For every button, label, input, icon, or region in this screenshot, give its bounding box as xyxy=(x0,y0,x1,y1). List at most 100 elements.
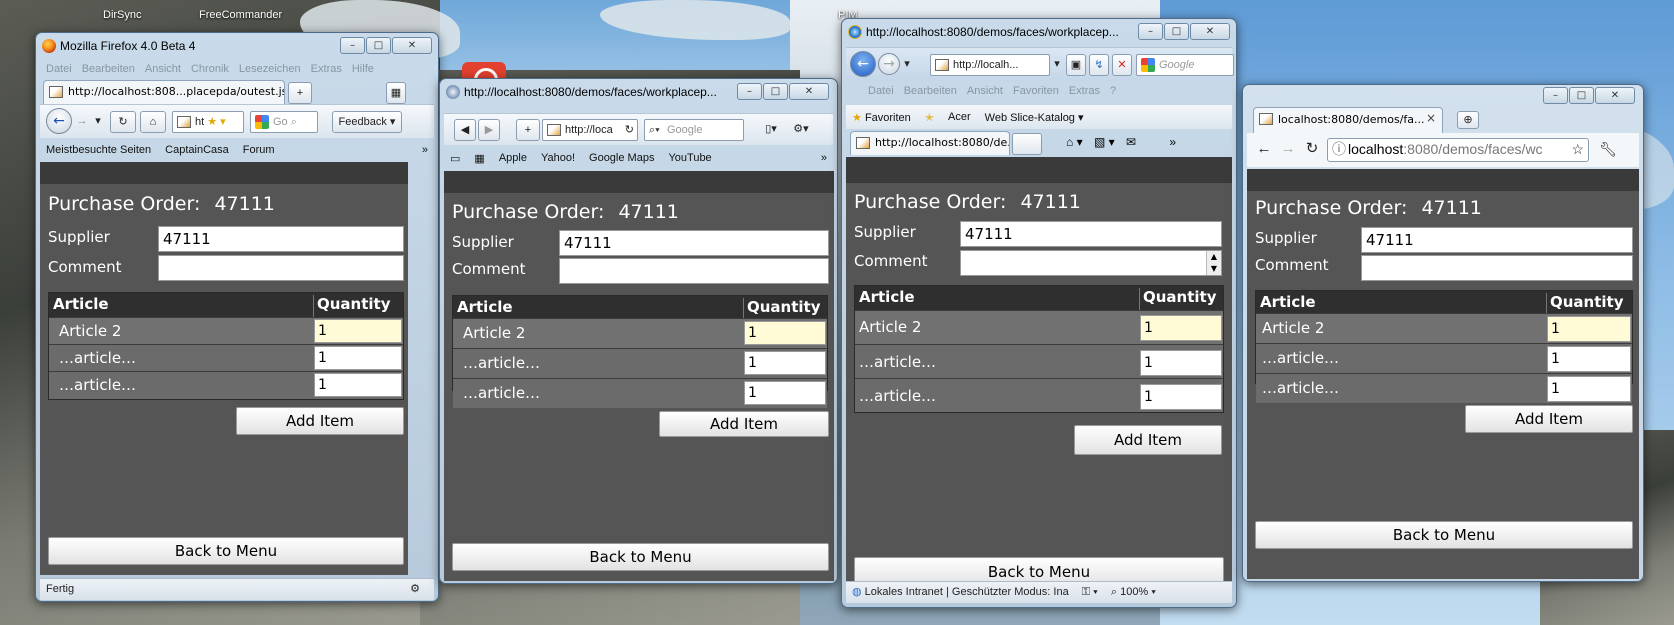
address-dropdown-icon[interactable]: ▾ xyxy=(1050,54,1064,76)
table-row[interactable]: …article… 1 xyxy=(1256,373,1632,403)
ie-titlebar[interactable]: http://localhost:8080/demos/faces/workpl… xyxy=(842,19,1236,45)
quantity-input[interactable]: 1 xyxy=(1547,346,1631,372)
bookmarks-more-icon[interactable]: » xyxy=(821,152,833,164)
new-tab-button[interactable]: + xyxy=(288,82,312,104)
favorite-item[interactable]: Web Slice-Katalog ▾ xyxy=(985,111,1084,124)
menu-lesezeichen[interactable]: Lesezeichen xyxy=(239,63,301,75)
column-header-article[interactable]: Article xyxy=(457,298,513,316)
bookmark-item[interactable]: Yahoo! xyxy=(541,152,575,164)
comment-input[interactable] xyxy=(960,250,1222,276)
quantity-input[interactable]: 1 xyxy=(1547,376,1631,402)
wrench-menu-icon[interactable]: 🔧︎ xyxy=(1597,139,1619,161)
speed-dial-icon[interactable]: ▦ xyxy=(474,152,484,165)
minimize-icon[interactable]: – xyxy=(1138,23,1163,40)
search-box[interactable]: Google xyxy=(1136,54,1234,76)
maximize-icon[interactable]: □ xyxy=(763,83,788,100)
menu-hilfe[interactable]: Hilfe xyxy=(352,63,374,75)
search-box[interactable]: ⌕▾ Google xyxy=(644,119,744,141)
quantity-input[interactable]: 1 xyxy=(1547,316,1631,342)
protected-mode-icon[interactable]: ⚿ ▾ xyxy=(1082,586,1098,598)
minimize-icon[interactable]: – xyxy=(1543,87,1568,104)
column-header-article[interactable]: Article xyxy=(859,288,915,306)
bookmarks-more-icon[interactable]: » xyxy=(422,144,434,156)
search-icon[interactable]: ⌕ xyxy=(291,116,297,128)
supplier-input[interactable]: 47111 xyxy=(559,230,829,256)
quantity-input[interactable]: 1 xyxy=(314,373,402,397)
home-icon[interactable]: ⌂ ▾ xyxy=(1066,135,1083,149)
menu-bearbeiten[interactable]: Bearbeiten xyxy=(82,63,135,75)
comment-input[interactable] xyxy=(1361,255,1633,281)
add-tab-icon[interactable]: + xyxy=(516,119,540,141)
column-header-article[interactable]: Article xyxy=(53,295,109,313)
opera-titlebar[interactable]: http://localhost:8080/demos/faces/workpl… xyxy=(440,79,837,105)
menu-extras[interactable]: Extras xyxy=(1069,85,1100,97)
close-icon[interactable]: ✕ xyxy=(789,83,829,100)
menu-datei[interactable]: Datei xyxy=(46,63,72,75)
back-icon[interactable]: ← xyxy=(46,108,72,134)
menu-favoriten[interactable]: Favoriten xyxy=(1013,85,1059,97)
table-row[interactable]: Article 2 1 xyxy=(855,310,1223,344)
maximize-icon[interactable]: □ xyxy=(1164,23,1189,40)
quantity-input[interactable]: 1 xyxy=(1140,384,1222,410)
tab-close-icon[interactable]: × xyxy=(1426,111,1436,125)
forward-icon[interactable]: → xyxy=(1277,139,1299,161)
quantity-input[interactable]: 1 xyxy=(314,346,402,370)
forward-icon[interactable]: → xyxy=(72,111,92,133)
table-row[interactable]: …article… 1 xyxy=(453,378,827,408)
quantity-input[interactable]: 1 xyxy=(1140,350,1222,376)
table-row[interactable]: Article 2 1 xyxy=(49,317,403,344)
address-bar[interactable]: ⓘ localhost:8080/demos/faces/wc ☆ xyxy=(1327,138,1589,162)
reload-icon[interactable]: ↻ xyxy=(625,120,634,140)
table-row[interactable]: …article… 1 xyxy=(855,378,1223,412)
close-icon[interactable]: ✕ xyxy=(392,37,432,54)
home-icon[interactable]: ⌂ xyxy=(140,111,166,133)
page-menu-icon[interactable]: ▯▾ xyxy=(758,119,784,141)
add-item-button[interactable]: Add Item xyxy=(236,407,404,435)
quantity-input[interactable]: 1 xyxy=(314,319,402,343)
compatibility-icon[interactable]: ▣ xyxy=(1066,54,1086,76)
back-icon[interactable]: ← xyxy=(1253,139,1275,161)
column-header-quantity[interactable]: Quantity xyxy=(313,295,391,319)
favorites-button[interactable]: ★ Favoriten xyxy=(852,111,911,124)
search-box[interactable]: Go ⌕ xyxy=(250,111,318,133)
supplier-input[interactable]: 47111 xyxy=(960,221,1222,247)
reload-icon[interactable]: ↻ xyxy=(1301,139,1323,161)
menu-ansicht[interactable]: Ansicht xyxy=(145,63,181,75)
favorite-item[interactable]: Acer xyxy=(948,111,971,123)
feeds-icon[interactable]: ▧ ▾ xyxy=(1094,135,1115,149)
zoom-control[interactable]: ⌕ 100% ▾ xyxy=(1111,586,1156,598)
bookmark-star-icon[interactable]: ☆ xyxy=(1571,139,1584,159)
minimize-icon[interactable]: – xyxy=(340,37,365,54)
supplier-input[interactable]: 47111 xyxy=(1361,227,1633,253)
menu-help[interactable]: ? xyxy=(1110,85,1116,97)
bookmark-item[interactable]: YouTube xyxy=(668,152,711,164)
column-header-article[interactable]: Article xyxy=(1260,293,1316,311)
menu-bearbeiten[interactable]: Bearbeiten xyxy=(904,85,957,97)
quantity-input[interactable]: 1 xyxy=(1140,315,1222,341)
supplier-input[interactable]: 47111 xyxy=(158,226,404,252)
stop-icon[interactable]: ✕ xyxy=(1112,54,1132,76)
page-info-icon[interactable]: ⓘ xyxy=(1332,139,1346,159)
back-icon[interactable]: ◀ xyxy=(454,119,476,141)
table-row[interactable]: …article… 1 xyxy=(49,371,403,399)
desktop-label-dirsync[interactable]: DirSync xyxy=(103,9,142,21)
bookmark-item[interactable]: Apple xyxy=(499,152,527,164)
history-dropdown-icon[interactable]: ▾ xyxy=(92,111,104,133)
table-row[interactable]: Article 2 1 xyxy=(1256,313,1632,343)
forward-icon[interactable]: ▶ xyxy=(478,119,500,141)
feedback-button[interactable]: Feedback ▾ xyxy=(332,111,402,133)
column-header-quantity[interactable]: Quantity xyxy=(743,298,821,320)
comment-input[interactable] xyxy=(559,258,829,284)
refresh-icon[interactable]: ↯ xyxy=(1089,54,1109,76)
table-row[interactable]: …article… 1 xyxy=(453,348,827,378)
new-tab-button[interactable] xyxy=(1012,133,1042,155)
new-tab-button[interactable]: ⊕ xyxy=(1457,111,1479,129)
quantity-input[interactable]: 1 xyxy=(744,351,826,375)
table-row[interactable]: …article… 1 xyxy=(855,344,1223,378)
menu-datei[interactable]: Datei xyxy=(868,85,894,97)
column-header-quantity[interactable]: Quantity xyxy=(1546,293,1624,315)
maximize-icon[interactable]: □ xyxy=(366,37,391,54)
bookmark-item[interactable]: CaptainCasa xyxy=(165,144,229,156)
comment-scroll-icon[interactable]: ▲ ▼ xyxy=(1206,251,1221,275)
toolbar-more-icon[interactable]: » xyxy=(1169,135,1176,149)
